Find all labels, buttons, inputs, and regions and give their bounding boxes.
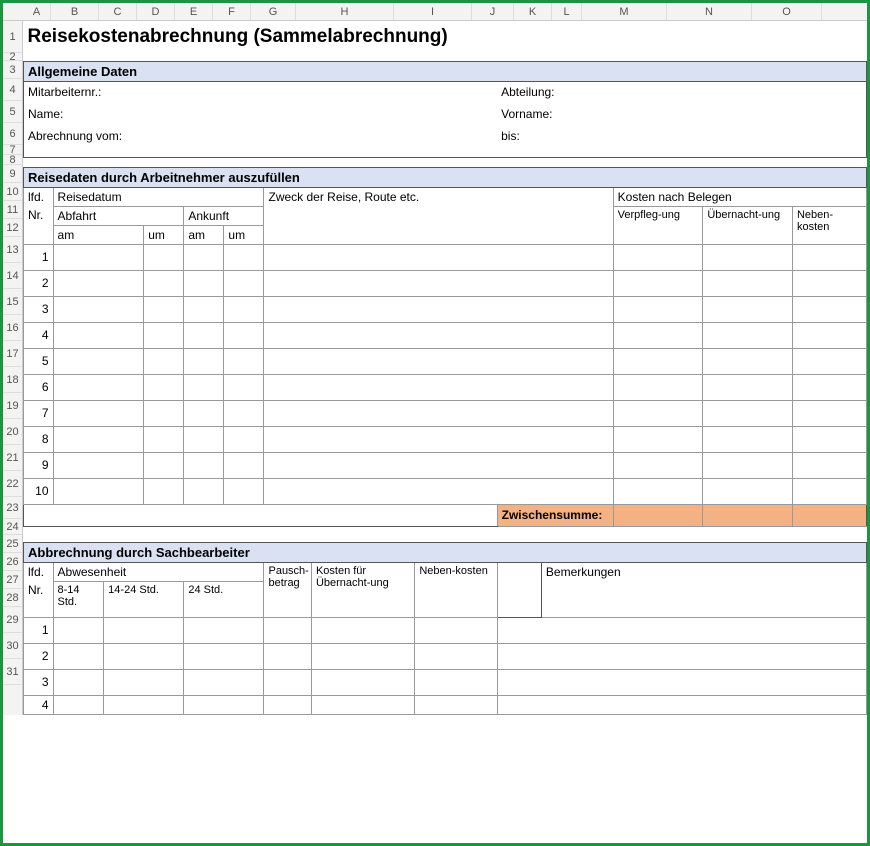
label-name: Name:	[24, 103, 144, 125]
hdr3-nebenkosten: Neben-kosten	[415, 562, 497, 617]
subtotal-uebernachtung[interactable]	[703, 504, 793, 526]
input-abteilung[interactable]	[582, 81, 867, 103]
hdr-nr: Nr.	[24, 206, 54, 244]
hdr-ankunft-um: um	[224, 225, 264, 244]
input-mitarbeiter[interactable]	[144, 81, 415, 103]
hdr3-lfd: lfd.	[24, 562, 54, 581]
label-mitarbeiter: Mitarbeiternr.:	[24, 81, 144, 103]
subtotal-label: Zwischensumme:	[497, 504, 613, 526]
hdr3-24: 24 Std.	[184, 581, 264, 617]
travel-row: 9	[24, 452, 867, 478]
hdr3-14-24: 14-24 Std.	[104, 581, 184, 617]
travel-row: 7	[24, 400, 867, 426]
hdr-abfahrt: Abfahrt	[53, 206, 184, 225]
hdr-abfahrt-um: um	[144, 225, 184, 244]
travel-row: 2	[24, 270, 867, 296]
input-abrechnung-vom[interactable]	[144, 125, 415, 147]
hdr-kosten-belegen: Kosten nach Belegen	[613, 187, 866, 206]
processing-row: 3	[24, 669, 867, 695]
input-name[interactable]	[144, 103, 415, 125]
hdr-verpflegung: Verpfleg-ung	[613, 206, 703, 244]
hdr-zweck: Zweck der Reise, Route etc.	[264, 187, 613, 244]
travel-row: 3	[24, 296, 867, 322]
section-processing-heading: Abbrechnung durch Sachbearbeiter	[24, 542, 867, 562]
hdr-uebernachtung: Übernacht-ung	[703, 206, 793, 244]
label-abteilung: Abteilung:	[497, 81, 581, 103]
hdr3-bemerkungen: Bemerkungen	[541, 562, 866, 617]
section-travel-data-heading: Reisedaten durch Arbeitnehmer auszufülle…	[24, 167, 867, 187]
label-abrechnung-vom: Abrechnung vom:	[24, 125, 144, 147]
label-vorname: Vorname:	[497, 103, 581, 125]
document-title: Reisekostenabrechnung (Sammelabrechnung)	[24, 21, 867, 53]
travel-row: 10	[24, 478, 867, 504]
subtotal-verpflegung[interactable]	[613, 504, 703, 526]
travel-row: 8	[24, 426, 867, 452]
processing-row: 2	[24, 643, 867, 669]
hdr-ankunft: Ankunft	[184, 206, 264, 225]
hdr-reisedatum: Reisedatum	[53, 187, 264, 206]
processing-row: 1	[24, 617, 867, 643]
column-headers: ABCDEFGHIJKLMNO	[3, 3, 867, 21]
spreadsheet-grid[interactable]: Reisekostenabrechnung (Sammelabrechnung)…	[23, 21, 867, 715]
hdr-nebenkosten: Neben-kosten	[792, 206, 866, 244]
travel-row: 1	[24, 244, 867, 270]
travel-row: 5	[24, 348, 867, 374]
hdr3-abwesenheit: Abwesenheit	[53, 562, 264, 581]
hdr3-pauschbetrag: Pausch-betrag	[264, 562, 311, 617]
hdr-lfd: lfd.	[24, 187, 54, 206]
hdr-ankunft-am: am	[184, 225, 224, 244]
hdr-abfahrt-am: am	[53, 225, 144, 244]
subtotal-nebenkosten[interactable]	[792, 504, 866, 526]
processing-row: 4	[24, 695, 867, 714]
input-bis[interactable]	[582, 125, 867, 147]
row-headers: 1234567891011121314151617181920212223242…	[3, 21, 23, 715]
hdr3-nr: Nr.	[24, 581, 54, 617]
section-general-data-heading: Allgemeine Daten	[24, 61, 867, 81]
travel-row: 6	[24, 374, 867, 400]
label-bis: bis:	[497, 125, 581, 147]
travel-row: 4	[24, 322, 867, 348]
hdr3-kosten-uebernacht: Kosten für Übernacht-ung	[311, 562, 414, 617]
input-vorname[interactable]	[582, 103, 867, 125]
hdr3-8-14: 8-14 Std.	[53, 581, 104, 617]
